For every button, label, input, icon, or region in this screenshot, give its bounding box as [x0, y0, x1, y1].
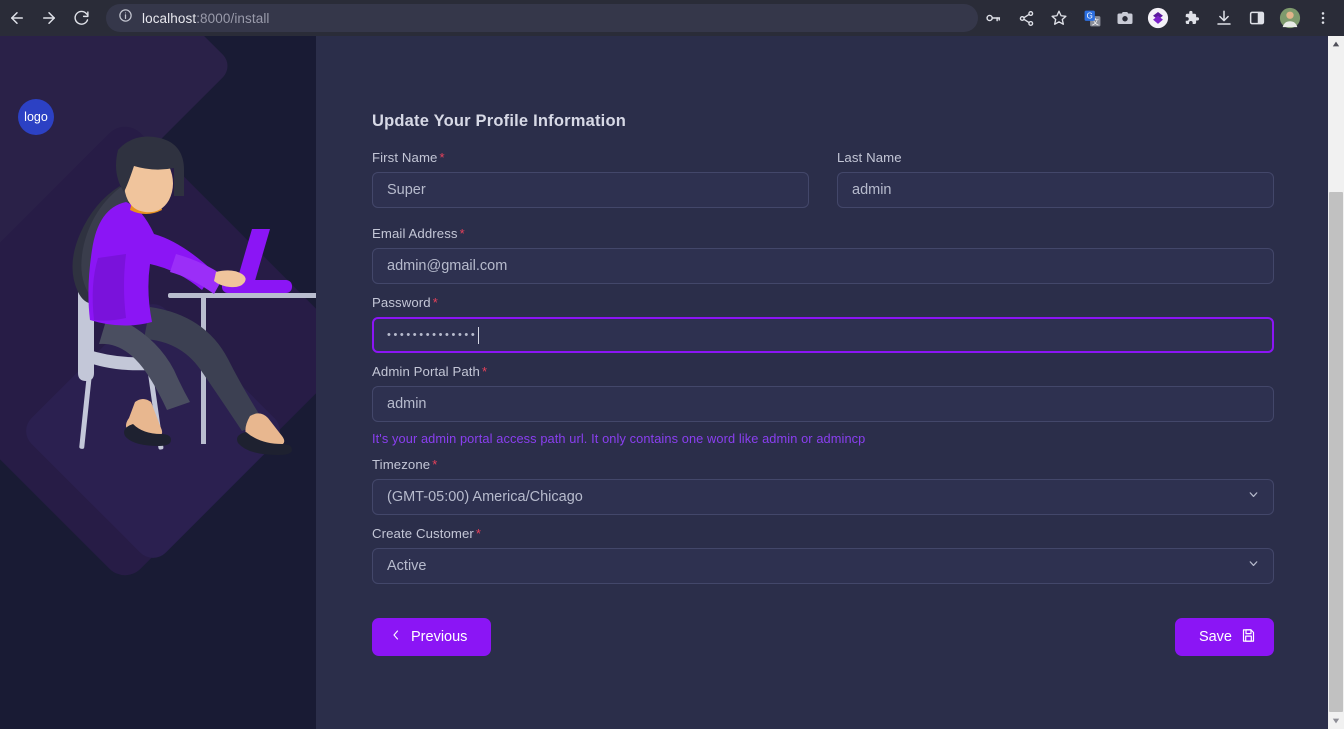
- address-bar[interactable]: localhost:8000/install: [106, 4, 978, 32]
- timezone-label-text: Timezone: [372, 457, 431, 472]
- last-name-field-group: Last Name admin: [837, 150, 1274, 208]
- password-key-icon[interactable]: [978, 3, 1008, 33]
- admin-portal-path-helper-text: It's your admin portal access path url. …: [372, 431, 866, 446]
- timezone-field-group: Timezone * (GMT-05:00) America/Chicago: [372, 457, 1274, 515]
- back-arrow-icon[interactable]: [2, 3, 32, 33]
- previous-button[interactable]: Previous: [372, 618, 492, 656]
- profile-avatar-icon[interactable]: [1275, 3, 1305, 33]
- password-field-group: Password * ••••••••••••••: [372, 295, 1274, 353]
- timezone-select[interactable]: (GMT-05:00) America/Chicago: [372, 479, 1274, 515]
- svg-text:G: G: [1086, 11, 1092, 20]
- reload-icon[interactable]: [66, 3, 96, 33]
- site-info-icon[interactable]: [118, 8, 133, 28]
- first-name-field-group: First Name * Super: [372, 150, 809, 208]
- text-cursor: [478, 326, 480, 344]
- bookmark-star-icon[interactable]: [1044, 3, 1074, 33]
- hero-panel: logo: [0, 36, 316, 729]
- page-title: Update Your Profile Information: [372, 112, 627, 130]
- browser-menu-icon[interactable]: [1308, 3, 1338, 33]
- browser-toolbar: localhost:8000/install 文 G: [0, 0, 1344, 36]
- create-customer-select-wrapper: Active: [372, 548, 1274, 584]
- scrollbar-thumb[interactable]: [1329, 192, 1343, 712]
- main-content: Update Your Profile Information First Na…: [316, 36, 1328, 729]
- timezone-select-wrapper: (GMT-05:00) America/Chicago: [372, 479, 1274, 515]
- email-input[interactable]: admin@gmail.com: [372, 248, 1274, 284]
- email-label-text: Email Address: [372, 226, 458, 241]
- required-asterisk: *: [475, 526, 482, 541]
- create-customer-field-group: Create Customer * Active: [372, 526, 1274, 584]
- chevron-left-icon: [390, 629, 402, 645]
- name-row: First Name * Super Last Name admin: [372, 150, 1274, 219]
- first-name-label-text: First Name: [372, 150, 438, 165]
- install-page: logo Update Your Profile Information Fir…: [0, 36, 1344, 729]
- woman-working-on-laptop-illustration: [72, 136, 316, 455]
- previous-button-label: Previous: [411, 629, 468, 645]
- create-customer-label: Create Customer *: [372, 526, 1274, 541]
- save-disk-icon: [1241, 628, 1256, 647]
- last-name-input[interactable]: admin: [837, 172, 1274, 208]
- google-translate-icon[interactable]: 文 G: [1077, 3, 1107, 33]
- timezone-label: Timezone *: [372, 457, 1274, 472]
- profile-form: Update Your Profile Information First Na…: [372, 112, 1274, 656]
- screenshot-camera-icon[interactable]: [1110, 3, 1140, 33]
- required-asterisk: *: [432, 295, 438, 310]
- required-asterisk: *: [439, 150, 445, 165]
- save-button-label: Save: [1198, 629, 1232, 645]
- purple-gem-extension-icon[interactable]: [1143, 3, 1173, 33]
- address-bar-text: localhost:8000/install: [142, 10, 270, 26]
- share-icon[interactable]: [1011, 3, 1041, 33]
- form-actions: Previous Save: [372, 618, 1274, 656]
- logo[interactable]: logo: [18, 99, 54, 135]
- browser-nav-buttons: [0, 3, 96, 33]
- last-name-label: Last Name: [837, 150, 902, 165]
- scroll-down-arrow-icon[interactable]: [1328, 713, 1344, 729]
- required-asterisk: *: [432, 457, 438, 472]
- page-scrollbar[interactable]: [1328, 36, 1344, 729]
- first-name-input[interactable]: Super: [372, 172, 809, 208]
- scroll-up-arrow-icon[interactable]: [1328, 36, 1344, 52]
- admin-portal-path-label: Admin Portal Path *: [372, 364, 1274, 379]
- create-customer-select[interactable]: Active: [372, 548, 1274, 584]
- email-field-group: Email Address * admin@gmail.com: [372, 226, 1274, 284]
- admin-portal-path-input[interactable]: admin: [372, 386, 1274, 422]
- required-asterisk: *: [459, 226, 465, 241]
- first-name-label: First Name *: [372, 150, 809, 165]
- password-masked-value: ••••••••••••••: [387, 329, 478, 341]
- side-panel-icon[interactable]: [1242, 3, 1272, 33]
- password-label: Password *: [372, 295, 1274, 310]
- extensions-puzzle-icon[interactable]: [1176, 3, 1206, 33]
- email-label: Email Address *: [372, 226, 1274, 241]
- required-asterisk: *: [482, 364, 488, 379]
- admin-portal-path-label-text: Admin Portal Path: [372, 364, 480, 379]
- password-label-text: Password: [372, 295, 431, 310]
- password-input[interactable]: ••••••••••••••: [372, 317, 1274, 353]
- forward-arrow-icon[interactable]: [34, 3, 64, 33]
- browser-action-icons: 文 G: [978, 3, 1344, 33]
- create-customer-label-text: Create Customer: [372, 526, 474, 541]
- save-button[interactable]: Save: [1174, 618, 1274, 656]
- downloads-icon[interactable]: [1209, 3, 1239, 33]
- admin-portal-path-field-group: Admin Portal Path * admin It's your admin…: [372, 364, 1274, 446]
